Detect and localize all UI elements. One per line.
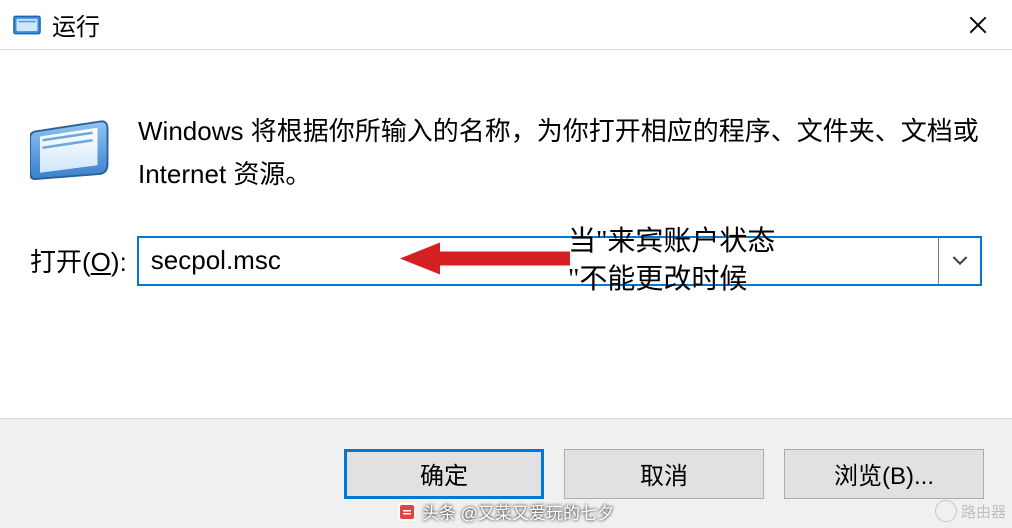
watermark: 路由器 bbox=[935, 500, 1006, 522]
close-icon[interactable] bbox=[958, 5, 998, 45]
toutiao-icon bbox=[398, 503, 416, 521]
browse-button[interactable]: 浏览(B)... bbox=[784, 449, 984, 499]
intro-text: Windows 将根据你所输入的名称，为你打开相应的程序、文件夹、文档或 Int… bbox=[138, 110, 982, 196]
open-combo[interactable] bbox=[137, 236, 982, 286]
dialog-content: Windows 将根据你所输入的名称，为你打开相应的程序、文件夹、文档或 Int… bbox=[0, 50, 1012, 316]
watermark-icon bbox=[935, 500, 957, 522]
run-large-icon bbox=[30, 114, 110, 184]
titlebar: 运行 bbox=[0, 0, 1012, 50]
open-input[interactable] bbox=[139, 245, 548, 276]
footer-credit: 头条 @又菜又爱玩的七夕 bbox=[398, 499, 614, 524]
open-label: 打开(O): bbox=[30, 242, 127, 279]
chevron-down-icon[interactable] bbox=[938, 238, 980, 284]
run-app-icon bbox=[12, 10, 42, 40]
cancel-button[interactable]: 取消 bbox=[564, 449, 764, 499]
ok-button[interactable]: 确定 bbox=[344, 449, 544, 499]
window-title: 运行 bbox=[52, 7, 958, 42]
